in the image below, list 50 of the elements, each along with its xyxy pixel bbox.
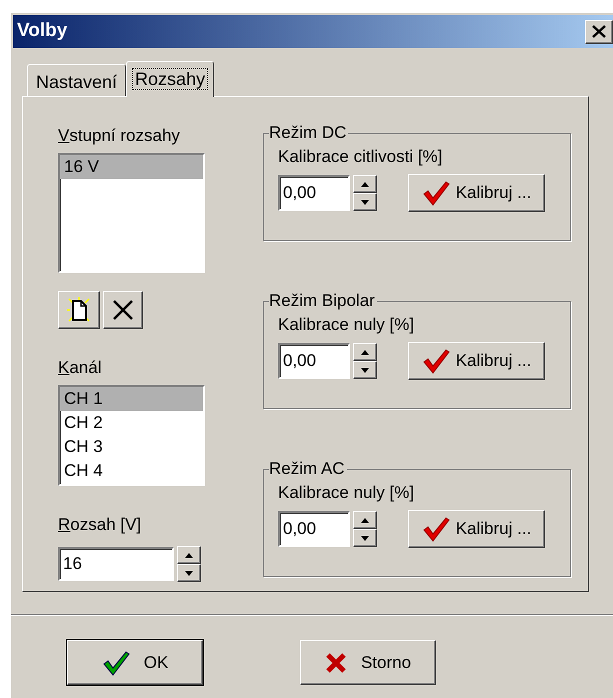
range-field[interactable]: 16 — [58, 547, 174, 581]
calibrate-button[interactable]: Kalibruj ... — [408, 342, 545, 380]
checkmark-icon — [422, 348, 450, 374]
spin-up-button[interactable] — [353, 511, 377, 529]
tab[interactable]: Rozsahy — [126, 61, 214, 97]
field-label: Kalibrace nuly [%] — [278, 314, 416, 336]
calibrate-button[interactable]: Kalibruj ... — [408, 510, 545, 548]
up-arrow-icon — [185, 552, 193, 558]
delete-button[interactable] — [103, 291, 143, 329]
list-item[interactable]: CH 2 — [60, 411, 203, 435]
calibration-field[interactable]: 0,00 — [278, 175, 350, 211]
spin-up-button[interactable] — [177, 546, 201, 564]
cancel-icon — [324, 652, 347, 674]
field-label: Kalibrace nuly [%] — [278, 482, 416, 504]
ok-button[interactable]: OK — [67, 640, 203, 685]
spin-down-button[interactable] — [353, 529, 377, 547]
list-item[interactable]: 16 V — [60, 155, 203, 179]
spin-down-button[interactable] — [177, 564, 201, 582]
checkmark-icon — [102, 650, 130, 676]
list-label: Vstupní rozsahy — [58, 125, 181, 147]
spin-up-button[interactable] — [353, 175, 377, 193]
delete-icon — [112, 299, 134, 321]
up-arrow-icon — [361, 350, 369, 354]
up-arrow-icon — [361, 182, 369, 186]
window-title: Volby — [17, 19, 68, 44]
calibrate-button[interactable]: Kalibruj ... — [408, 174, 545, 212]
field-label: Rozsah [V] — [58, 514, 142, 536]
spin-up-button[interactable] — [353, 343, 377, 361]
close-button[interactable] — [585, 20, 613, 44]
new-button[interactable] — [58, 291, 100, 329]
new-document-icon — [66, 296, 92, 324]
list-item[interactable]: CH 1 — [60, 387, 203, 411]
up-arrow-icon — [361, 518, 369, 522]
field-label: Kalibrace citlivosti [%] — [278, 146, 444, 168]
down-arrow-icon — [361, 536, 369, 540]
cancel-button[interactable]: Storno — [300, 640, 436, 685]
down-arrow-icon — [185, 570, 193, 576]
list-item[interactable]: CH 3 — [60, 435, 203, 459]
spin-down-button[interactable] — [353, 361, 377, 379]
calibration-field[interactable]: 0,00 — [278, 511, 350, 547]
spin-down-button[interactable] — [353, 193, 377, 211]
down-arrow-icon — [361, 200, 369, 204]
checkmark-icon — [422, 180, 450, 206]
list-label: Kanál — [58, 357, 102, 379]
down-arrow-icon — [361, 368, 369, 372]
checkmark-icon — [422, 516, 450, 542]
close-icon — [592, 25, 606, 38]
list-item[interactable]: CH 4 — [60, 459, 203, 483]
tab[interactable]: Nastavení — [27, 64, 126, 96]
calibration-field[interactable]: 0,00 — [278, 343, 350, 379]
